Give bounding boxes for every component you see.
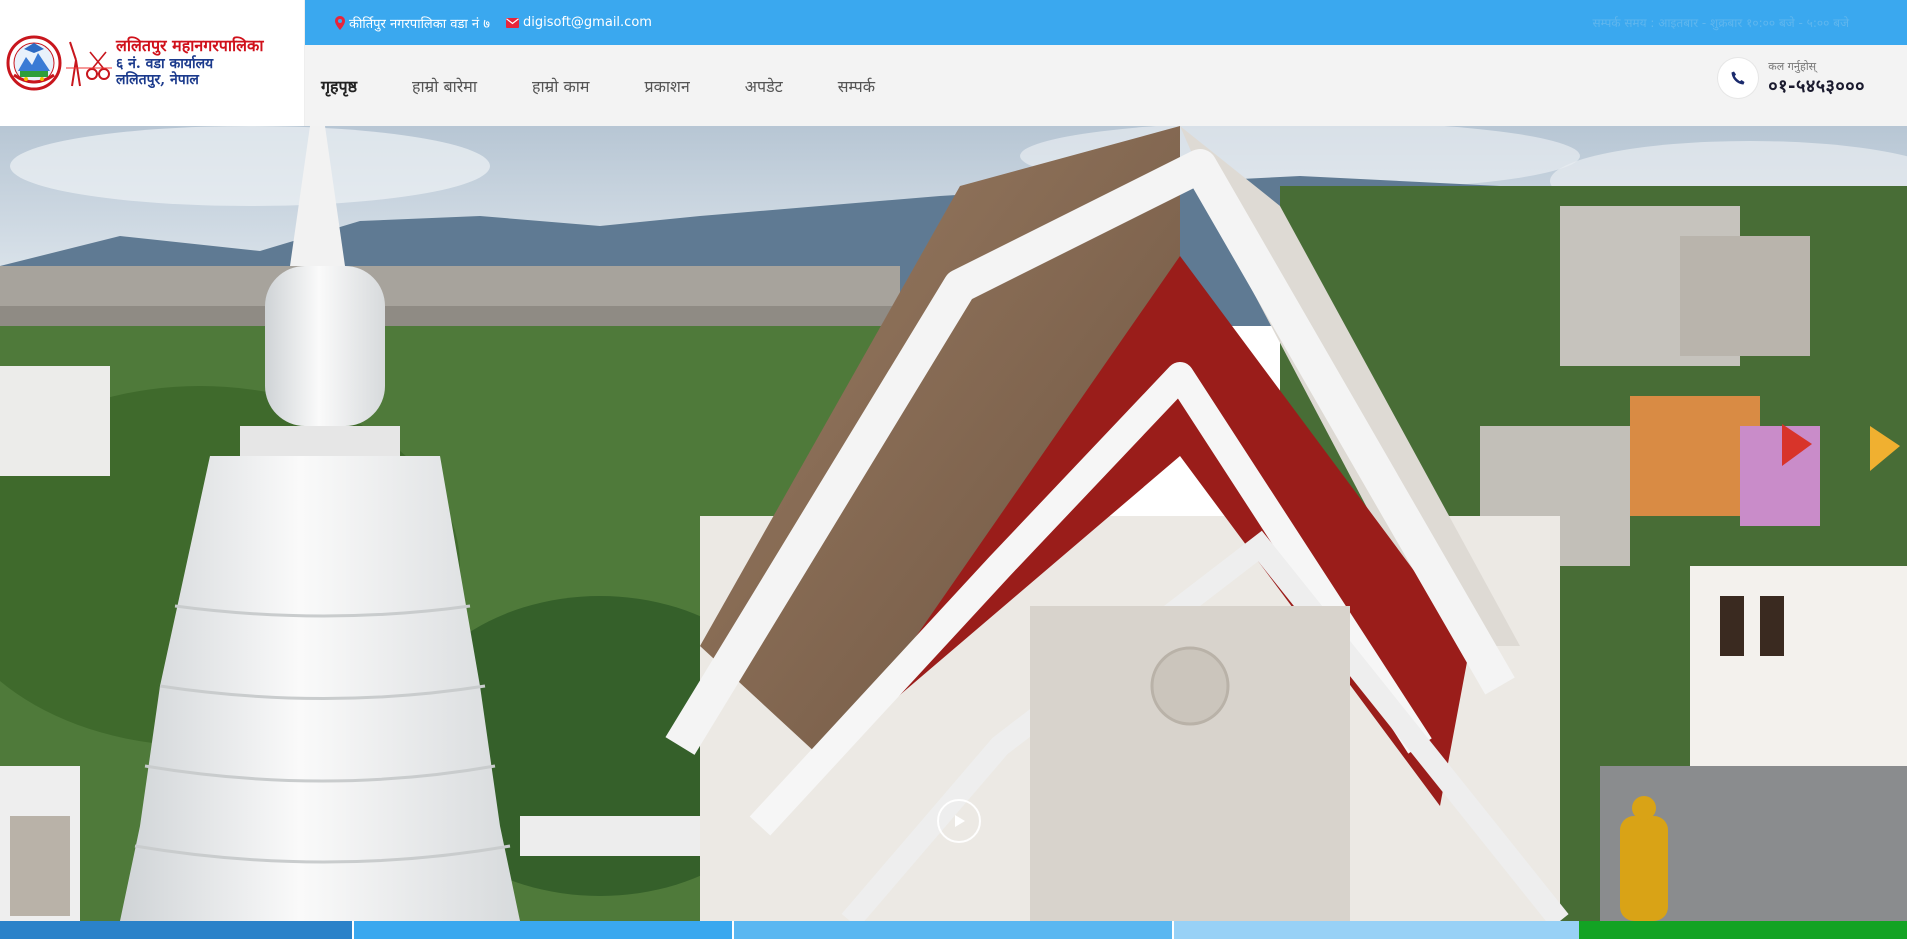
hero-banner bbox=[0, 126, 1907, 921]
phone-icon bbox=[1731, 71, 1745, 85]
call-label: कल गर्नुहोस् bbox=[1768, 59, 1817, 73]
phone-button[interactable] bbox=[1718, 58, 1759, 98]
call-number[interactable]: ०१-५४५३००० bbox=[1768, 74, 1865, 98]
ribbon-cutting-icon bbox=[66, 41, 112, 87]
nav-menu: गृहपृष्ठ हाम्रो बारेमा हाम्रो काम प्रकाश… bbox=[321, 75, 930, 97]
top-info-bar: कीर्तिपुर नगरपालिका वडा नं ७ digisoft@gm… bbox=[305, 0, 1907, 45]
logo-location: ललितपुर, नेपाल bbox=[116, 72, 199, 89]
play-video-button[interactable] bbox=[937, 799, 981, 843]
email-link[interactable]: digisoft@gmail.com bbox=[523, 15, 652, 30]
call-box[interactable]: कल गर्नुहोस् ०१-५४५३००० bbox=[1718, 58, 1865, 98]
nav-item-home[interactable]: गृहपृष्ठ bbox=[321, 75, 357, 97]
nepal-emblem-icon bbox=[6, 35, 62, 91]
office-hours-text: सम्पर्क समय : आइतबार - शुक्रबार १०:०० बज… bbox=[1592, 16, 1849, 30]
address-info: कीर्तिपुर नगरपालिका वडा नं ७ bbox=[335, 14, 490, 32]
map-marker-icon bbox=[335, 15, 345, 30]
main-navbar: गृहपृष्ठ हाम्रो बारेमा हाम्रो काम प्रकाश… bbox=[305, 45, 1907, 126]
nav-item-about[interactable]: हाम्रो बारेमा bbox=[412, 75, 477, 97]
address-text: कीर्तिपुर नगरपालिका वडा नं ७ bbox=[349, 16, 491, 32]
logo-ward-office: ६ नं. वडा कार्यालय bbox=[116, 55, 214, 72]
color-segment bbox=[352, 921, 732, 939]
color-segment bbox=[732, 921, 1172, 939]
nav-item-publications[interactable]: प्रकाशन bbox=[644, 75, 689, 97]
nav-item-our-work[interactable]: हाम्रो काम bbox=[532, 75, 589, 97]
call-text: कल गर्नुहोस् ०१-५४५३००० bbox=[1768, 59, 1865, 98]
play-icon bbox=[955, 815, 965, 827]
color-segment bbox=[1172, 921, 1579, 939]
office-hours: सम्पर्क समय : आइतबार - शुक्रबार १०:०० बज… bbox=[1593, 0, 1849, 45]
logo-text: ललितपुर महानगरपालिका ६ नं. वडा कार्यालय … bbox=[116, 36, 264, 89]
nav-item-contact[interactable]: सम्पर्क bbox=[838, 75, 875, 97]
color-segment bbox=[1579, 921, 1907, 939]
site-logo[interactable]: ललितपुर महानगरपालिका ६ नं. वडा कार्यालय … bbox=[0, 0, 305, 126]
color-strip bbox=[0, 921, 1907, 939]
logo-municipality-name: ललितपुर महानगरपालिका bbox=[116, 36, 264, 56]
email-info[interactable]: digisoft@gmail.com bbox=[506, 15, 652, 30]
color-segment bbox=[0, 921, 352, 939]
envelope-icon bbox=[506, 17, 520, 28]
nav-item-updates[interactable]: अपडेट bbox=[745, 75, 783, 97]
